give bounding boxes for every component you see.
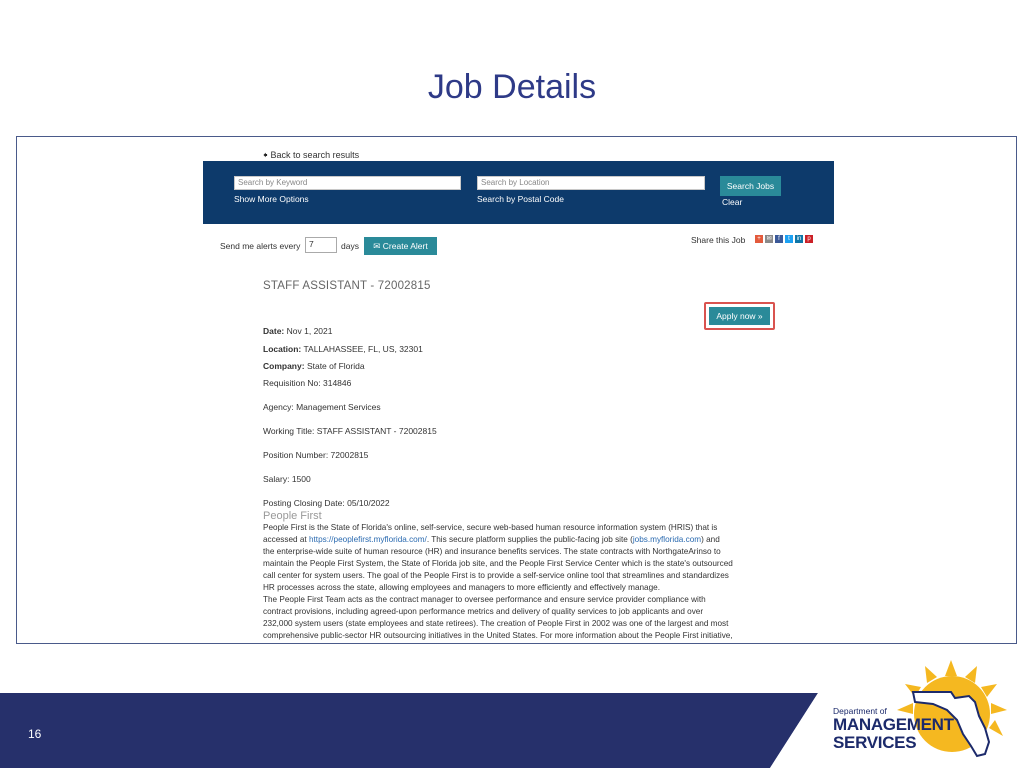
- pf-line-3: the enterprise-wide suite of human resou…: [263, 547, 721, 556]
- date-label: Date:: [263, 326, 285, 336]
- email-icon[interactable]: ✉: [765, 235, 773, 243]
- pf-line-1: People First is the State of Florida's o…: [263, 523, 718, 532]
- linkedin-icon[interactable]: in: [795, 235, 803, 243]
- pf-line-8: contract provisions, including agreed-up…: [263, 607, 704, 616]
- dms-logo: Department of MANAGEMENT SERVICES: [833, 706, 954, 752]
- requisition-number: Requisition No: 314846: [263, 378, 352, 388]
- slide-title: Job Details: [427, 68, 597, 106]
- people-first-description: People First is the State of Florida's o…: [263, 522, 783, 642]
- alert-frequency-input[interactable]: 7: [305, 237, 337, 253]
- pf-line-9: 232,000 system users (state employees an…: [263, 619, 729, 628]
- date-value: Nov 1, 2021: [286, 326, 333, 336]
- apply-highlight: Apply now »: [704, 302, 775, 330]
- location-value: TALLAHASSEE, FL, US, 32301: [303, 344, 423, 354]
- agency: Agency: Management Services: [263, 402, 381, 412]
- company-label: Company:: [263, 361, 305, 371]
- location-label: Location:: [263, 344, 302, 354]
- pf-line-2-c: ) and: [701, 535, 720, 544]
- alerts-unit: days: [341, 241, 359, 251]
- pf-line-6: HR processes across the state, allowing …: [263, 583, 660, 592]
- position-number: Position Number: 72002815: [263, 450, 369, 460]
- facebook-icon[interactable]: f: [775, 235, 783, 243]
- pf-line-7: The People First Team acts as the contra…: [263, 595, 706, 604]
- pf-line-10: comprehensive public-sector HR outsourci…: [263, 631, 733, 640]
- company-value: State of Florida: [306, 361, 365, 371]
- page-number: 16: [28, 727, 42, 741]
- company-row: Company: State of Florida: [263, 361, 365, 371]
- search-jobs-button[interactable]: Search Jobs: [720, 176, 781, 196]
- working-title: Working Title: STAFF ASSISTANT - 7200281…: [263, 426, 437, 436]
- salary: Salary: 1500: [263, 474, 311, 484]
- create-alert-button[interactable]: ✉ Create Alert: [364, 237, 437, 255]
- apply-now-button[interactable]: Apply now »: [709, 307, 770, 325]
- location-row: Location: TALLAHASSEE, FL, US, 32301: [263, 344, 423, 354]
- peoplefirst-link[interactable]: https://peoplefirst.myflorida.com/: [309, 535, 427, 544]
- share-icons: + ✉ f t in p: [755, 235, 813, 243]
- postal-code-link[interactable]: Search by Postal Code: [477, 194, 564, 204]
- keyword-search-input[interactable]: Search by Keyword: [234, 176, 461, 190]
- twitter-icon[interactable]: t: [785, 235, 793, 243]
- share-label: Share this Job: [691, 235, 746, 245]
- logo-management-text: MANAGEMENT: [833, 715, 954, 734]
- pf-line-2: accessed at https://peoplefirst.myflorid…: [263, 534, 783, 546]
- people-first-heading: People First: [263, 510, 322, 522]
- pf-line-2-b: . This secure platform supplies the publ…: [426, 535, 633, 544]
- arrow-left-icon: 🠸: [263, 150, 268, 160]
- job-posting-screenshot: 🠸 Back to search results Search by Keywor…: [16, 136, 1017, 644]
- closing-date: Posting Closing Date: 05/10/2022: [263, 498, 390, 508]
- plus-icon[interactable]: +: [755, 235, 763, 243]
- jobs-myflorida-link[interactable]: jobs.myflorida.com: [633, 535, 701, 544]
- envelope-icon: ✉: [373, 241, 381, 251]
- pf-line-4: maintain the People First System, the St…: [263, 559, 733, 568]
- search-bar: Search by Keyword Show More Options Sear…: [203, 161, 834, 224]
- pinterest-icon[interactable]: p: [805, 235, 813, 243]
- clear-link[interactable]: Clear: [722, 197, 742, 207]
- pf-line-5: call center for system users. The goal o…: [263, 571, 729, 580]
- create-alert-label: Create Alert: [382, 241, 428, 251]
- pf-line-2-a: accessed at: [263, 535, 309, 544]
- location-search-input[interactable]: Search by Location: [477, 176, 705, 190]
- alerts-label: Send me alerts every: [220, 241, 301, 251]
- back-link-label: Back to search results: [270, 150, 360, 160]
- job-title: STAFF ASSISTANT - 72002815: [263, 280, 431, 292]
- show-more-options-link[interactable]: Show More Options: [234, 194, 309, 204]
- date-row: Date: Nov 1, 2021: [263, 326, 332, 336]
- logo-services-text: SERVICES: [833, 733, 917, 752]
